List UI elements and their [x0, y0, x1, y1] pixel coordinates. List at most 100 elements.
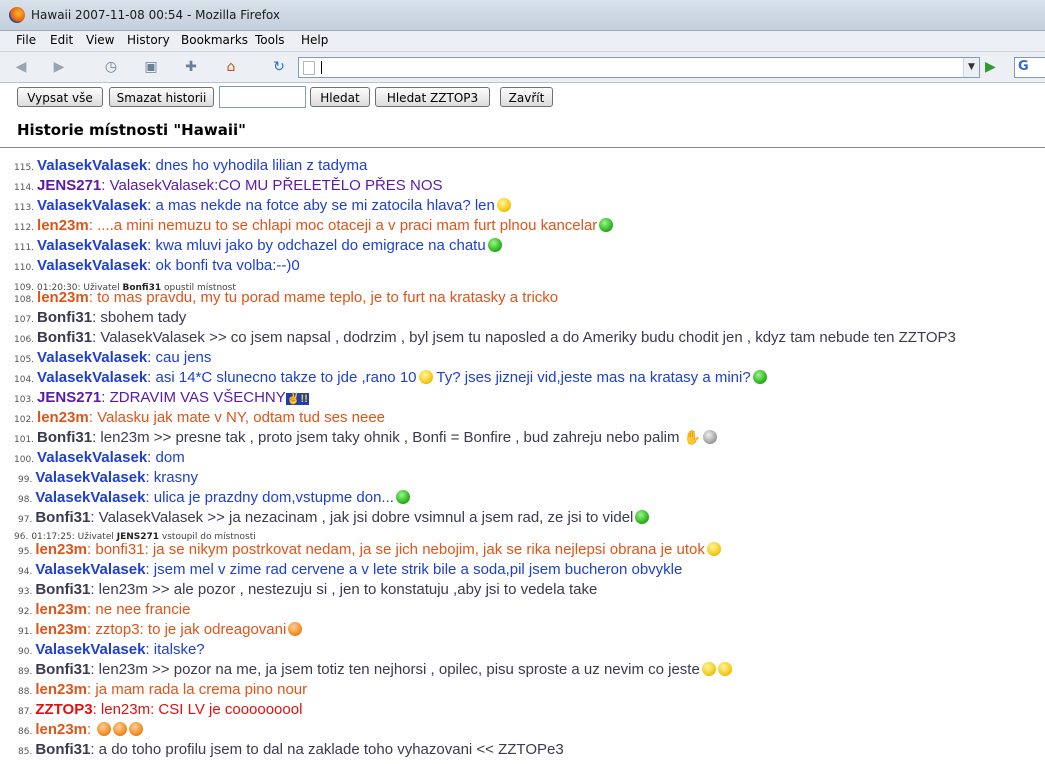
title-bar: Hawaii 2007-11-08 00:54 - Mozilla Firefo… — [0, 0, 1045, 31]
google-icon: G — [1018, 59, 1029, 74]
message-number: 90. — [18, 647, 33, 657]
message-number: 94. — [18, 567, 33, 577]
message-text: : to mas pravdu, my tu porad mame teplo,… — [88, 289, 559, 306]
chat-line: 89. Bonfi31: len23m >> pozor na me, ja js… — [18, 661, 732, 678]
nickname[interactable]: ValasekValasek — [37, 449, 147, 466]
nickname[interactable]: ValasekValasek — [35, 561, 145, 578]
message-text: : krasny — [145, 469, 198, 486]
nickname[interactable]: Bonfi31 — [35, 741, 90, 758]
chat-line: 97. Bonfi31: ValasekValasek >> ja nezacin… — [18, 509, 650, 526]
back-icon[interactable]: ◀ — [12, 58, 30, 76]
chevron-down-icon[interactable]: ▼ — [963, 58, 979, 77]
message-number: 87. — [18, 707, 33, 717]
nickname[interactable]: ValasekValasek — [37, 157, 147, 174]
page-icon — [303, 61, 315, 75]
menu-file[interactable]: File — [16, 33, 36, 47]
chat-line: 107. Bonfi31: sbohem tady — [14, 309, 186, 326]
chat-line: 105. ValasekValasek: cau jens — [14, 349, 211, 366]
nickname[interactable]: Bonfi31 — [37, 309, 92, 326]
highlighted-emoticon: ✌!! — [285, 393, 309, 405]
smiley-icon — [752, 370, 767, 384]
message-number: 89. — [18, 667, 33, 677]
menu-history[interactable]: History — [127, 33, 170, 47]
nickname[interactable]: len23m — [37, 217, 89, 234]
menu-bar: File Edit View History Bookmarks Tools H… — [0, 31, 1045, 52]
url-bar[interactable]: ▼ — [298, 57, 980, 78]
search-engine-box[interactable]: G — [1014, 57, 1045, 78]
message-number: 91. — [18, 627, 33, 637]
nickname[interactable]: Bonfi31 — [35, 661, 90, 678]
nickname[interactable]: JENS271 — [37, 177, 101, 194]
search-zztop3-button[interactable]: Hledat ZZTOP3 — [375, 87, 490, 107]
add-bookmark-icon[interactable]: ✚ — [182, 58, 200, 76]
menu-view[interactable]: View — [86, 33, 114, 47]
message-text: : kwa mluvi jako by odchazel do emigrace… — [147, 237, 486, 254]
nickname[interactable]: len23m — [35, 621, 87, 638]
message-text: : ....a mini nemuzu to se chlapi moc ota… — [88, 217, 598, 234]
nickname[interactable]: len23m — [35, 601, 87, 618]
message-text: : — [87, 721, 96, 738]
nickname[interactable]: len23m — [35, 721, 87, 738]
nickname[interactable]: ValasekValasek — [35, 469, 145, 486]
message-text: : jsem mel v zime rad cervene a v lete s… — [145, 561, 683, 578]
search-button[interactable]: Hledat — [310, 87, 370, 107]
nickname[interactable]: ValasekValasek — [35, 641, 145, 658]
go-arrow-icon[interactable]: ▶ — [985, 58, 1001, 76]
message-text: : dom — [147, 449, 185, 466]
message-text: : ja mam rada la crema pino nour — [87, 681, 308, 698]
nickname[interactable]: ZZTOP3 — [35, 701, 92, 718]
nickname[interactable]: ValasekValasek — [37, 257, 147, 274]
message-number: 106. — [14, 335, 35, 345]
reload-icon[interactable]: ↻ — [270, 58, 288, 76]
chat-line: 93. Bonfi31: len23m >> ale pozor , nestez… — [18, 581, 597, 598]
chat-line: 108. len23m: to mas pravdu, my tu porad m… — [14, 289, 558, 306]
nickname[interactable]: len23m — [37, 289, 89, 306]
home-icon[interactable]: ⌂ — [222, 58, 240, 76]
history-clock-icon[interactable]: ◷ — [102, 58, 120, 76]
message-number: 111. — [14, 243, 35, 253]
smiley-icon — [129, 722, 144, 736]
nickname[interactable]: Bonfi31 — [37, 329, 92, 346]
message-number: 95. — [18, 547, 33, 557]
message-text: : ValasekValasek >> co jsem napsal , dod… — [92, 329, 956, 346]
smiley-icon — [395, 490, 410, 504]
search-input[interactable] — [219, 86, 306, 108]
forward-icon[interactable]: ▶ — [50, 58, 68, 76]
message-text: : asi 14*C slunecno takze to jde ,rano 1… — [147, 369, 417, 386]
nickname[interactable]: ValasekValasek — [37, 369, 147, 386]
smiley-icon — [706, 542, 721, 556]
message-text: : len23m >> presne tak , proto jsem taky… — [92, 429, 680, 446]
nickname[interactable]: len23m — [35, 681, 87, 698]
nickname[interactable]: ValasekValasek — [37, 197, 147, 214]
chat-line: 99. ValasekValasek: krasny — [18, 469, 198, 486]
message-text: : ZDRAVIM VAS VŠECHNY — [101, 389, 286, 406]
smiley-icon — [113, 722, 128, 736]
nickname[interactable]: len23m — [35, 541, 87, 558]
menu-tools[interactable]: Tools — [255, 33, 285, 47]
nickname[interactable]: ValasekValasek — [35, 489, 145, 506]
message-number: 102. — [14, 415, 35, 425]
smiley-icon — [599, 218, 614, 232]
nickname[interactable]: Bonfi31 — [35, 581, 90, 598]
clear-history-button[interactable]: Smazat historii — [109, 87, 214, 107]
nickname[interactable]: ValasekValasek — [37, 237, 147, 254]
new-tab-icon[interactable]: ▣ — [142, 58, 160, 76]
message-number: 99. — [18, 475, 33, 485]
list-all-button[interactable]: Vypsat vše — [17, 87, 103, 107]
chat-line: 114. JENS271: ValasekValasek:CO MU PŘELET… — [14, 177, 443, 194]
nickname[interactable]: Bonfi31 — [37, 429, 92, 446]
chat-line: 95. len23m: bonfi31: ja se nikym postrkov… — [18, 541, 721, 558]
close-button[interactable]: Zavřít — [500, 87, 553, 107]
nickname[interactable]: ValasekValasek — [37, 349, 147, 366]
window-title: Hawaii 2007-11-08 00:54 - Mozilla Firefo… — [31, 8, 280, 22]
message-text: : len23m >> pozor na me, ja jsem totiz t… — [90, 661, 700, 678]
nickname[interactable]: len23m — [37, 409, 89, 426]
nickname[interactable]: Bonfi31 — [35, 509, 90, 526]
menu-edit[interactable]: Edit — [50, 33, 73, 47]
menu-help[interactable]: Help — [301, 33, 328, 47]
message-number: 114. — [14, 183, 35, 193]
menu-bookmarks[interactable]: Bookmarks — [181, 33, 248, 47]
message-text: : ValasekValasek:CO MU PŘELETĚLO PŘES NO… — [101, 177, 443, 194]
chat-line: 115. ValasekValasek: dnes ho vyhodila lil… — [14, 157, 367, 174]
nickname[interactable]: JENS271 — [37, 389, 101, 406]
